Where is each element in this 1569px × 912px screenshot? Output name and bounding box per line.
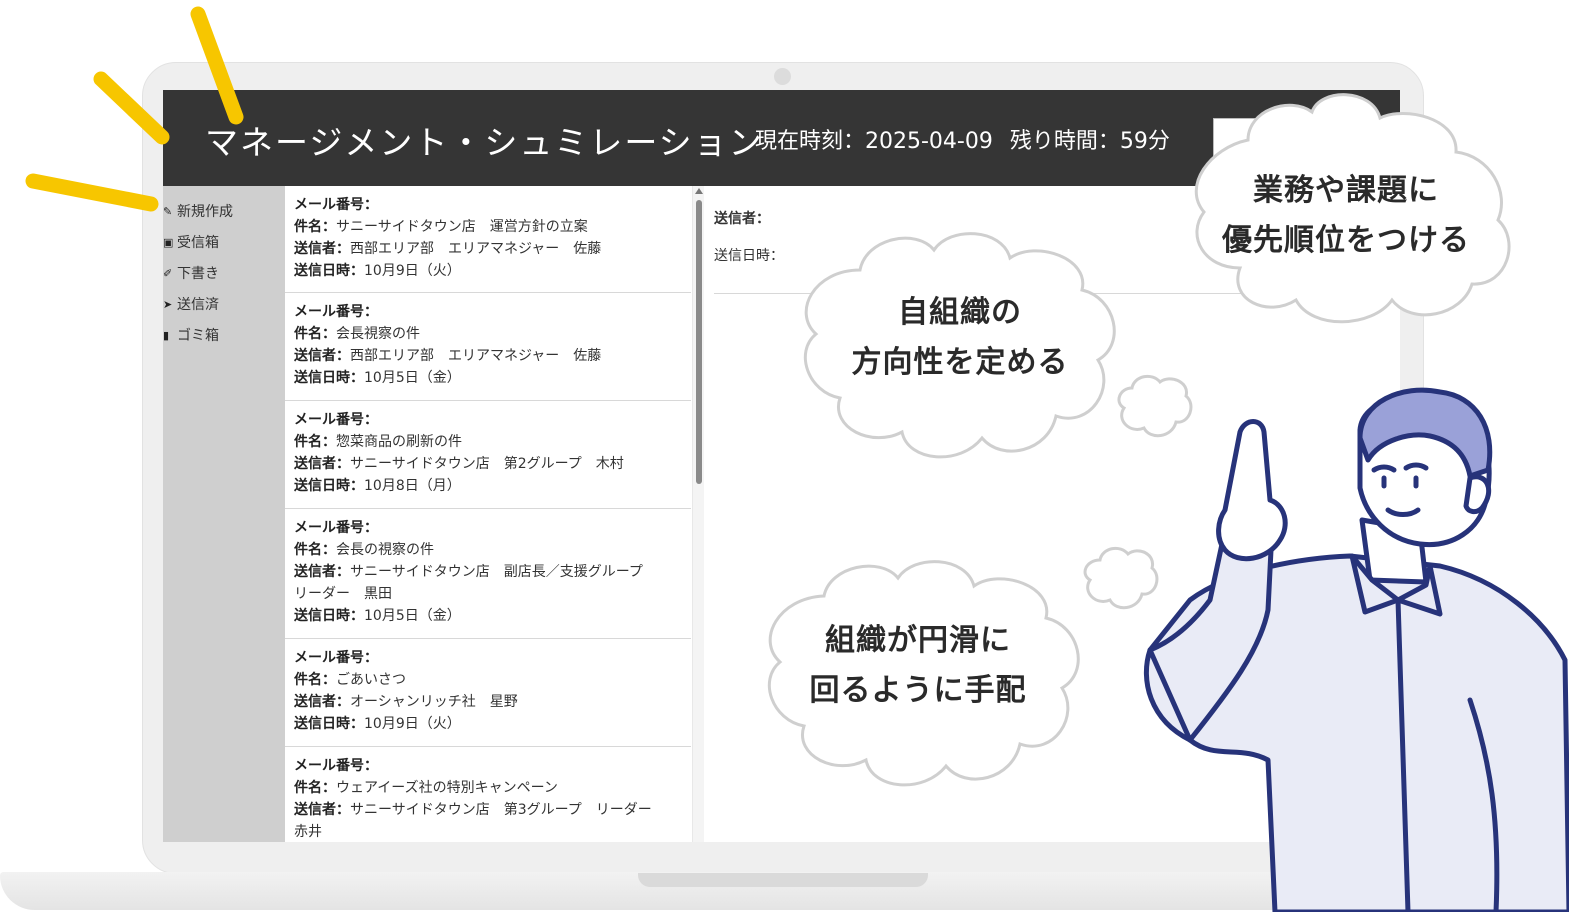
person-pointing-illustration xyxy=(1143,387,1569,912)
emphasis-lines-icon xyxy=(25,6,244,212)
bubble-text-arrange: 組織が円滑に 回るように手配 xyxy=(809,623,1027,708)
bubble-text-priority: 業務や課題に 優先順位をつける xyxy=(1222,173,1470,258)
bubble-text-direction: 自組織の 方向性を定める xyxy=(851,295,1069,380)
illustration-overlay xyxy=(25,6,1569,912)
